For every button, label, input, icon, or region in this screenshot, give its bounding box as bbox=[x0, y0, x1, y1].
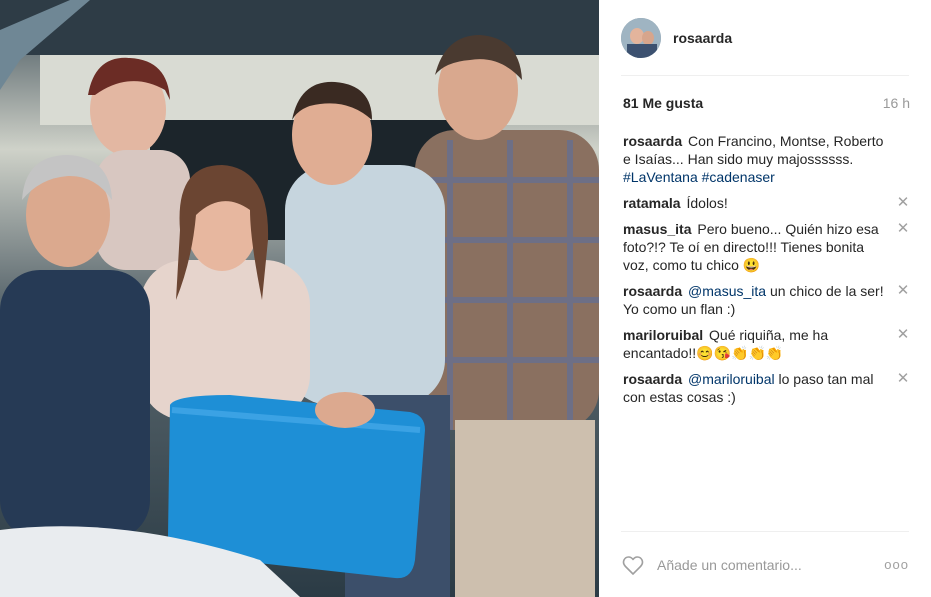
comment-item: ratamala Ídolos! ✕ bbox=[623, 194, 910, 212]
group-photo-image bbox=[0, 0, 599, 597]
caption: rosaarda Con Francino, Montse, Roberto e… bbox=[623, 132, 910, 186]
close-icon[interactable]: ✕ bbox=[896, 220, 910, 238]
comment-item: rosaarda @masus_ita un chico de la ser! … bbox=[623, 282, 910, 318]
comment-author[interactable]: mariloruibal bbox=[623, 327, 703, 343]
comment-author[interactable]: rosaarda bbox=[623, 371, 682, 387]
close-icon[interactable]: ✕ bbox=[896, 282, 910, 300]
close-icon[interactable]: ✕ bbox=[896, 326, 910, 344]
avatar-image bbox=[621, 17, 661, 58]
more-options-icon[interactable]: ooo bbox=[884, 557, 909, 572]
comment-item: rosaarda @mariloruibal lo paso tan mal c… bbox=[623, 370, 910, 406]
comment-author[interactable]: ratamala bbox=[623, 195, 681, 211]
post-sidebar: rosaarda 81 Me gusta 16 h rosaarda Con F… bbox=[599, 0, 931, 597]
post-header: rosaarda bbox=[621, 0, 909, 76]
close-icon[interactable]: ✕ bbox=[896, 370, 910, 388]
username-link[interactable]: rosaarda bbox=[673, 30, 732, 46]
avatar[interactable] bbox=[621, 17, 661, 58]
comment-text: Ídolos! bbox=[686, 195, 728, 211]
post-timestamp[interactable]: 16 h bbox=[883, 95, 910, 111]
comment-author[interactable]: masus_ita bbox=[623, 221, 691, 237]
caption-hashtags[interactable]: #LaVentana #cadenaser bbox=[623, 169, 775, 185]
caption-author[interactable]: rosaarda bbox=[623, 133, 682, 149]
likes-row: 81 Me gusta 16 h bbox=[623, 95, 910, 111]
likes-count[interactable]: 81 Me gusta bbox=[623, 95, 703, 111]
comment-author[interactable]: rosaarda bbox=[623, 283, 682, 299]
heart-icon[interactable] bbox=[621, 553, 645, 577]
comment-footer: ooo bbox=[621, 531, 909, 597]
comment-input[interactable] bbox=[657, 556, 867, 573]
comment-mention[interactable]: @masus_ita bbox=[688, 283, 766, 299]
comment-item: mariloruibal Qué riquiña, me ha encantad… bbox=[623, 326, 910, 362]
post-photo[interactable] bbox=[0, 0, 599, 597]
comment-mention[interactable]: @mariloruibal bbox=[688, 371, 775, 387]
comments-list: rosaarda Con Francino, Montse, Roberto e… bbox=[623, 132, 910, 414]
comment-item: masus_ita Pero bueno... Quién hizo esa f… bbox=[623, 220, 910, 274]
close-icon[interactable]: ✕ bbox=[896, 194, 910, 212]
